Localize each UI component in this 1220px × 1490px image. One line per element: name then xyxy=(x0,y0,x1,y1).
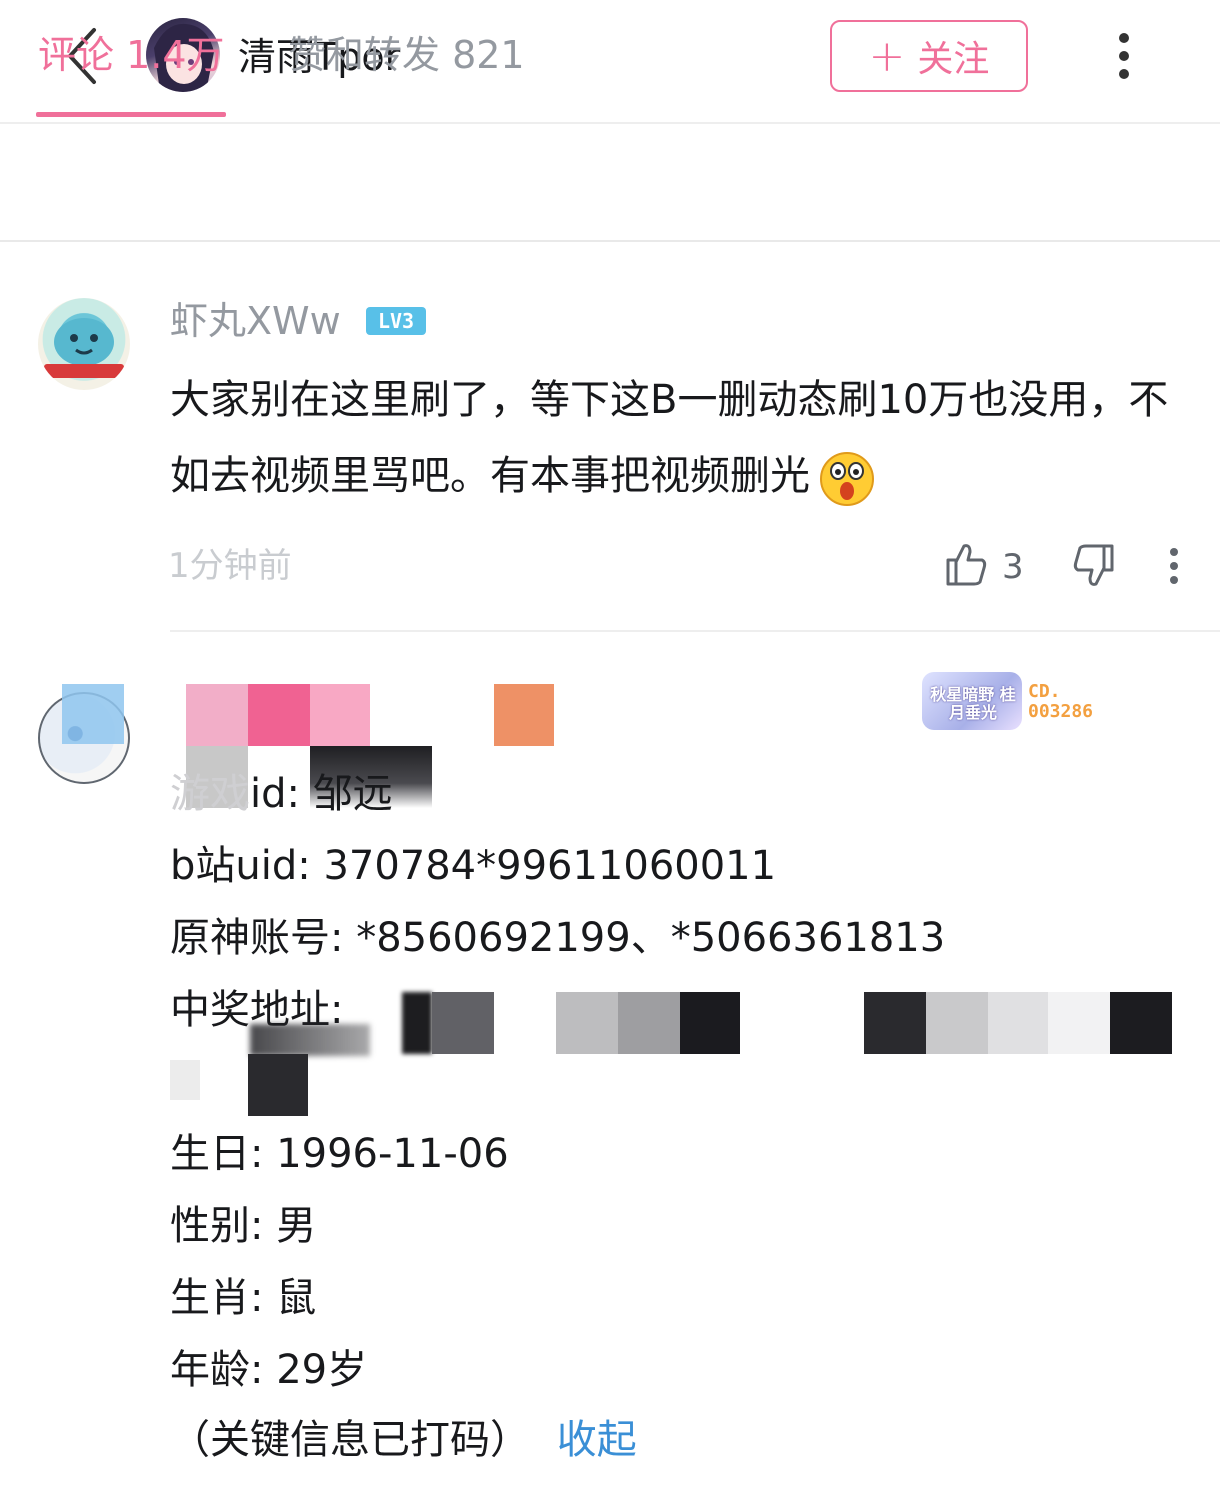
tab-likes-reposts[interactable]: 赞和转发 821 xyxy=(288,30,525,80)
tab-comments[interactable]: 评论 1.4万 xyxy=(38,30,225,80)
thumbs-down-icon xyxy=(1073,544,1114,586)
info-label: 生肖: xyxy=(170,1275,277,1321)
comment-text: 大家别在这里刷了，等下这B一删动态刷10万也没用，不如去视频里骂吧。有本事把视频… xyxy=(170,362,1170,514)
info-line-uid: b站uid: 370784*99611060011 xyxy=(170,838,776,894)
dislike-button[interactable] xyxy=(1072,542,1116,590)
commenter-username[interactable]: 虾丸XWw xyxy=(170,296,341,346)
info-label: 原神账号: xyxy=(170,915,357,961)
level-badge: LV3 xyxy=(366,307,426,335)
info-value: 1996-11-06 xyxy=(276,1131,509,1177)
info-value: id: 邹远 xyxy=(250,771,393,817)
info-label: 年龄: xyxy=(170,1347,277,1393)
info-label: 性别: xyxy=(170,1203,277,1249)
comment-time: 1分钟前 xyxy=(168,546,292,586)
shocked-face-emoji-icon xyxy=(820,452,874,506)
info-line-age: 年龄: 29岁 xyxy=(170,1342,367,1398)
collapse-link[interactable]: 收起 xyxy=(557,1417,637,1463)
comment-more-button[interactable] xyxy=(1164,546,1184,586)
info-line-zodiac: 生肖: 鼠 xyxy=(170,1270,316,1326)
note-line: （关键信息已打码） 收起 xyxy=(170,1412,637,1468)
info-value: 370784*99611060011 xyxy=(323,843,777,889)
more-vertical-icon xyxy=(1170,548,1178,584)
comment-body: 大家别在这里刷了，等下这B一删动态刷10万也没用，不如去视频里骂吧。有本事把视频… xyxy=(170,377,1169,499)
commenter-avatar[interactable] xyxy=(38,298,130,390)
info-line-genshin: 原神账号: *8560692199、*5066361813 xyxy=(170,910,945,966)
redaction-note: （关键信息已打码） xyxy=(170,1417,530,1463)
reply-area-obscured xyxy=(290,540,490,592)
fan-medal-text: 秋星暗野 桂月垂光 xyxy=(930,685,1016,722)
info-value: 29岁 xyxy=(276,1347,368,1393)
info-line-id: 游戏id: 邹远 xyxy=(170,771,393,817)
follow-button[interactable]: + 关注 xyxy=(830,20,1028,92)
follow-label: 关注 xyxy=(917,39,990,80)
info-label: 生日: xyxy=(170,1131,277,1177)
info-line-birthday: 生日: 1996-11-06 xyxy=(170,1126,509,1182)
info-label: b站uid: xyxy=(170,843,324,889)
info-value: 鼠 xyxy=(276,1275,317,1321)
more-vertical-icon xyxy=(1119,33,1129,79)
more-options-button[interactable] xyxy=(1104,28,1144,84)
like-button[interactable] xyxy=(944,540,988,588)
comment-divider xyxy=(170,630,1220,632)
info-value: *8560692199、*5066361813 xyxy=(356,915,946,961)
plus-icon: + xyxy=(868,30,906,82)
tab-bar xyxy=(0,124,1220,242)
info-value: 男 xyxy=(276,1203,317,1249)
thumbs-up-icon xyxy=(946,544,987,586)
active-tab-indicator xyxy=(36,112,226,117)
like-count: 3 xyxy=(1002,547,1024,587)
fan-medal-number: CD. 003286 xyxy=(1028,681,1094,722)
info-line-gender: 性别: 男 xyxy=(170,1198,316,1254)
avatar-mosaic xyxy=(62,684,124,744)
